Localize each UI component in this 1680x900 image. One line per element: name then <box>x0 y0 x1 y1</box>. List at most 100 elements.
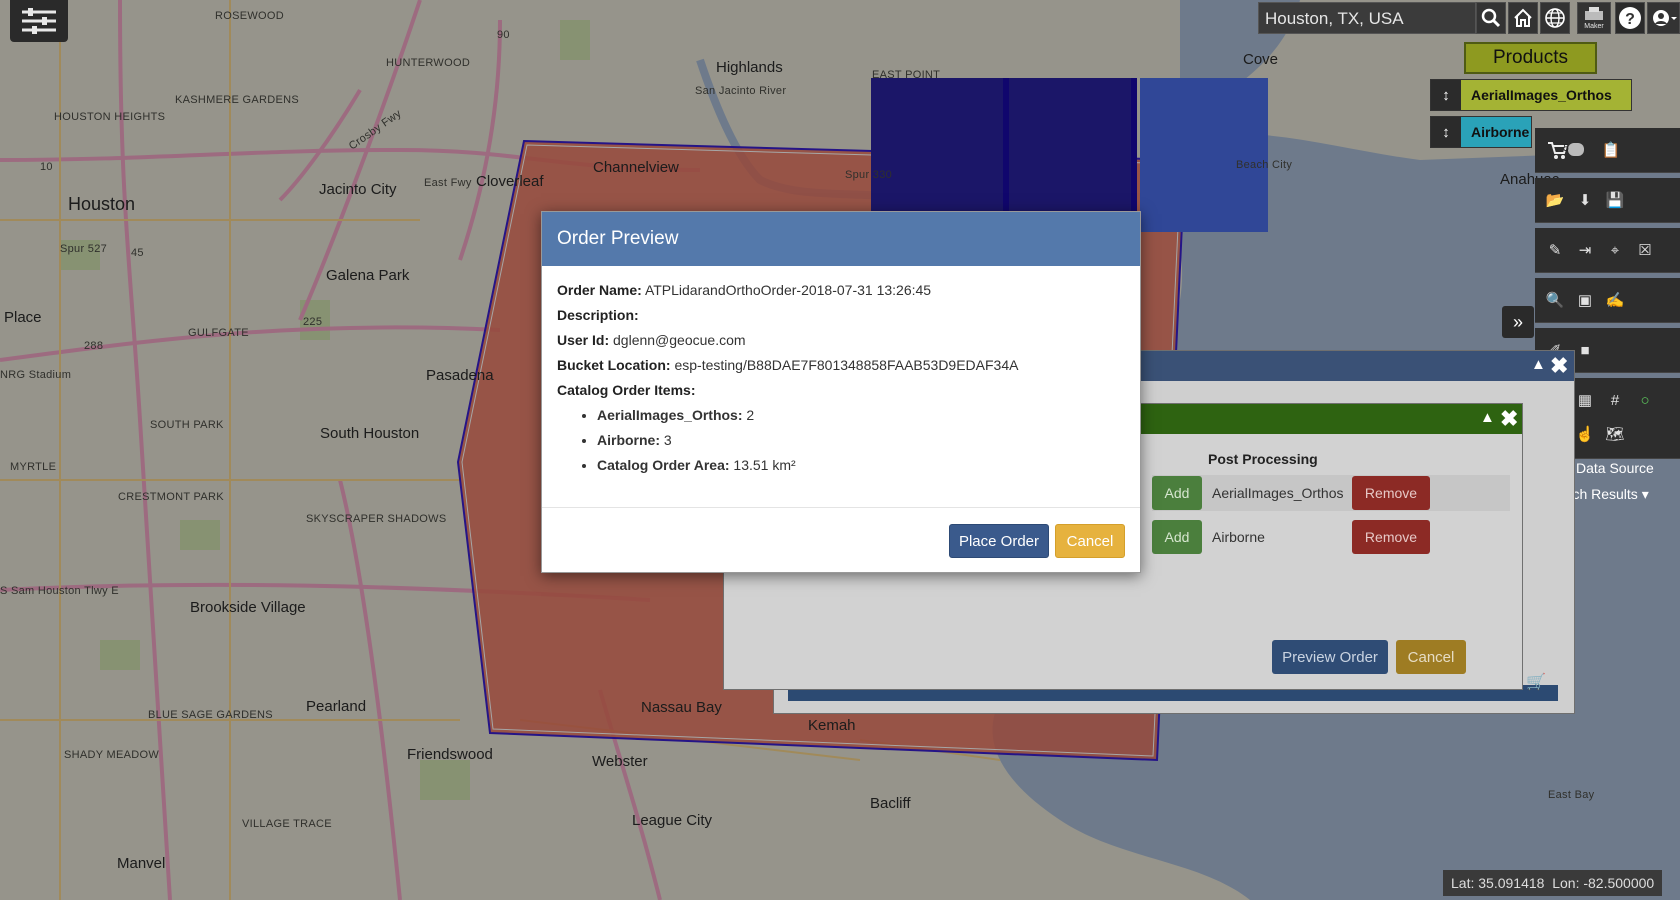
remove-button[interactable]: Remove <box>1352 476 1430 510</box>
collapse-icon[interactable]: ▲ <box>1480 409 1495 426</box>
rectangle-button[interactable]: ■ <box>1573 338 1597 362</box>
pencil-icon: ✎ <box>1548 242 1562 259</box>
pp-row-aerialimages: Add AerialImages_Orthos Remove <box>1152 476 1452 512</box>
pp-product-name: AerialImages_Orthos <box>1212 485 1344 501</box>
circle-button[interactable]: ○ <box>1633 388 1657 412</box>
close-icon[interactable]: ✖ <box>1500 406 1518 432</box>
add-button[interactable]: Add <box>1152 476 1202 510</box>
search-button[interactable] <box>1476 2 1506 34</box>
layer-row-airborne[interactable]: ↕ Airborne <box>1430 116 1532 148</box>
user-id-label: User Id: <box>557 332 610 348</box>
description-row: Description: <box>557 303 1125 328</box>
main-menu-button[interactable] <box>10 0 68 42</box>
drag-handle-icon[interactable]: ↕ <box>1431 117 1461 147</box>
collapse-icon[interactable]: ▲ <box>1531 356 1546 373</box>
open-folder-button[interactable]: 📂 <box>1543 188 1567 212</box>
description-label: Description: <box>557 307 639 323</box>
list-item: AerialImages_Orthos: 2 <box>597 403 1125 428</box>
cart-count-badge: 5 <box>1563 142 1569 154</box>
close-icon[interactable]: ✖ <box>1550 353 1568 379</box>
maker-label: Maker <box>1584 22 1604 30</box>
help-button[interactable]: ? <box>1615 2 1645 34</box>
order-preview-modal: Order Preview Order Name: ATPLidarandOrt… <box>541 211 1141 573</box>
map-icon: 🗺 <box>1605 426 1625 443</box>
draw-button[interactable]: ✎ <box>1543 238 1567 262</box>
tool-group-draw: ✎ ⇥ ⌖ ☒ <box>1535 228 1680 273</box>
image-icon: ▣ <box>1577 292 1593 309</box>
bucket-label: Bucket Location: <box>557 357 671 373</box>
folder-icon: 📂 <box>1545 192 1565 209</box>
place-order-button[interactable]: Place Order <box>949 524 1049 558</box>
lon-value: -82.500000 <box>1583 875 1655 891</box>
cancel-order-button[interactable]: Cancel <box>1055 524 1125 558</box>
tool-group-zoom: 🔍 ▣ ✍ <box>1535 278 1680 323</box>
preview-order-button[interactable]: Preview Order <box>1272 640 1388 674</box>
locate-button[interactable]: ⌖ <box>1603 238 1627 262</box>
home-button[interactable] <box>1508 2 1538 34</box>
item-value: 3 <box>663 432 672 448</box>
close-box-icon: ☒ <box>1638 242 1652 259</box>
lon-label: Lon: <box>1552 875 1580 891</box>
grid-button[interactable]: ▦ <box>1573 388 1597 412</box>
maker-button[interactable]: Maker <box>1577 2 1611 34</box>
clear-button[interactable]: ☒ <box>1633 238 1657 262</box>
location-search-input[interactable]: Houston, TX, USA <box>1258 2 1476 34</box>
globe-button[interactable] <box>1540 2 1570 34</box>
hash-icon: # <box>1610 391 1620 409</box>
user-id-row: User Id: dglenn@geocue.com <box>557 328 1125 353</box>
square-icon: ■ <box>1580 341 1590 359</box>
edit-button[interactable]: ✍ <box>1603 288 1627 312</box>
printer-icon <box>1585 6 1603 20</box>
cart-icon[interactable]: 🛒 <box>1526 672 1546 692</box>
hand-icon: ☝ <box>1575 426 1595 443</box>
import-icon: ⇥ <box>1578 242 1592 259</box>
download-button[interactable]: ⬇ <box>1573 188 1597 212</box>
order-name-label: Order Name: <box>557 282 642 298</box>
bucket-value: esp-testing/B88DAE7F801348858FAAB53D9EDA… <box>674 357 1019 373</box>
layer-name: AerialImages_Orthos <box>1471 87 1612 103</box>
bucket-row: Bucket Location: esp-testing/B88DAE7F801… <box>557 353 1125 378</box>
drag-handle-icon[interactable]: ↕ <box>1431 80 1461 110</box>
clipboard-button[interactable]: 📋 <box>1599 138 1623 162</box>
post-processing-title: Post Processing <box>1208 451 1318 467</box>
user-id-value: dglenn@geocue.com <box>613 332 746 348</box>
import-button[interactable]: ⇥ <box>1573 238 1597 262</box>
layer-name: Airborne <box>1471 124 1530 140</box>
grid-icon: ▦ <box>1577 392 1593 409</box>
expand-panel-button[interactable]: » <box>1502 306 1534 338</box>
remove-button[interactable]: Remove <box>1352 520 1430 554</box>
products-button[interactable]: Products <box>1464 42 1597 74</box>
user-icon <box>1652 10 1677 26</box>
crosshair-icon: ⌖ <box>1610 241 1620 259</box>
lat-label: Lat: <box>1451 875 1475 891</box>
layer-row-aerialimages[interactable]: ↕ AerialImages_Orthos <box>1430 79 1632 111</box>
add-button[interactable]: Add <box>1152 520 1202 554</box>
sliders-icon <box>22 8 56 34</box>
data-source-label[interactable]: Data Source <box>1576 460 1654 476</box>
modal-title: Order Preview <box>542 212 1140 266</box>
image-button[interactable]: ▣ <box>1573 288 1597 312</box>
item-value: 13.51 km² <box>733 457 796 473</box>
lat-value: 35.091418 <box>1478 875 1545 891</box>
items-heading-row: Catalog Order Items: <box>557 378 1125 403</box>
user-menu-button[interactable] <box>1647 2 1680 34</box>
hash-button[interactable]: # <box>1603 388 1627 412</box>
home-icon <box>1514 8 1532 27</box>
zoom-button[interactable]: 🔍 <box>1543 288 1567 312</box>
pp-row-airborne: Add Airborne Remove <box>1152 520 1452 556</box>
tool-group-file: 📂 ⬇ 💾 <box>1535 178 1680 223</box>
pp-product-name: Airborne <box>1212 529 1265 545</box>
order-name-row: Order Name: ATPLidarandOrthoOrder-2018-0… <box>557 278 1125 303</box>
modal-footer: Place Order Cancel <box>542 507 1140 572</box>
coordinate-readout: Lat: 35.091418 Lon: -82.500000 <box>1443 870 1663 896</box>
svg-text:?: ? <box>1625 11 1635 28</box>
cancel-button[interactable]: Cancel <box>1396 640 1466 674</box>
zoom-icon: 🔍 <box>1545 292 1565 309</box>
item-value: 2 <box>746 407 755 423</box>
globe-icon <box>1545 8 1565 28</box>
map-button[interactable]: 🗺 <box>1603 422 1627 446</box>
item-label: Catalog Order Area: <box>597 457 730 473</box>
pan-button[interactable]: ☝ <box>1573 422 1597 446</box>
save-button[interactable]: 💾 <box>1603 188 1627 212</box>
tool-group-cart: 5 📋 <box>1535 128 1680 173</box>
